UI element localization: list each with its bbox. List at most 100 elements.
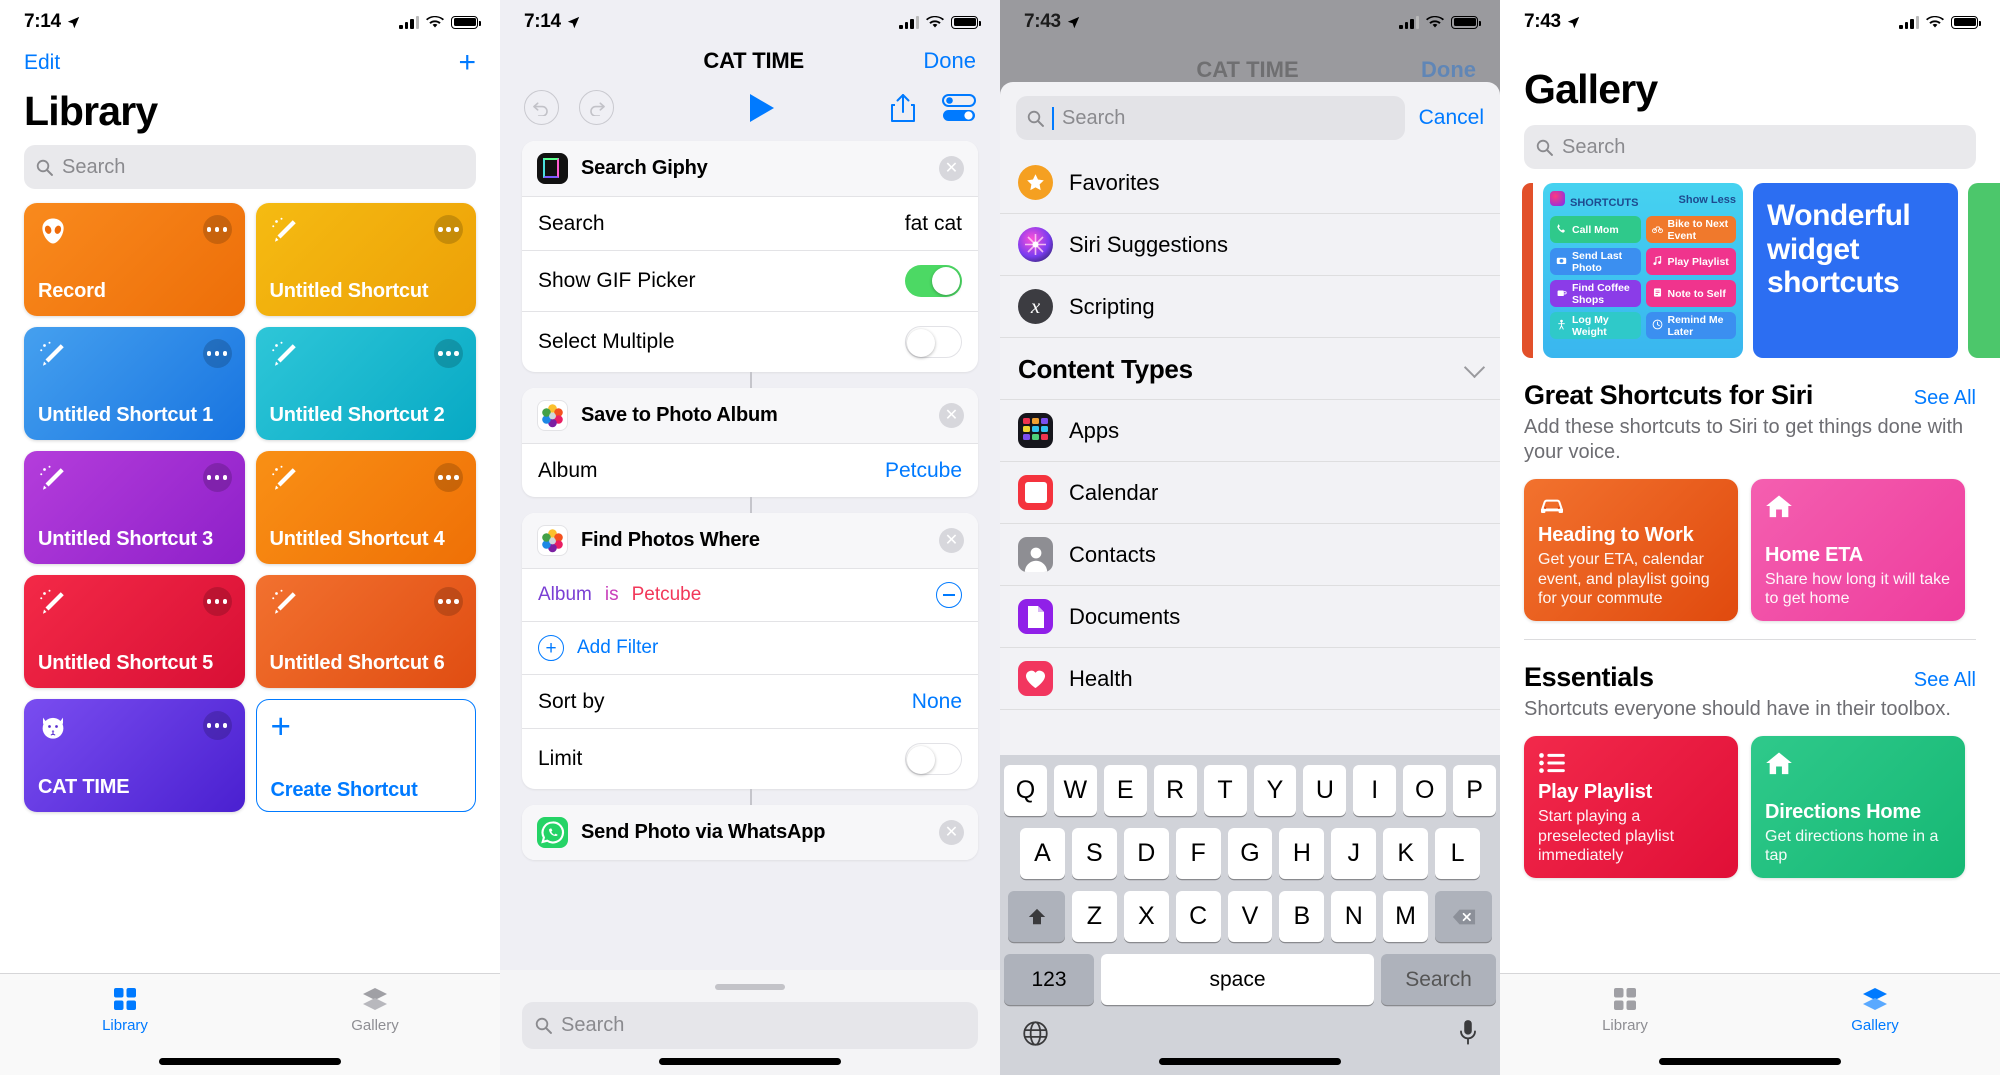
remove-action-button[interactable]: ✕	[939, 820, 964, 845]
microphone-icon[interactable]	[1458, 1019, 1478, 1047]
share-icon[interactable]	[890, 93, 916, 123]
picker-item[interactable]: Favorites	[1000, 152, 1500, 214]
show-less-link[interactable]: Show Less	[1679, 194, 1736, 206]
key-D[interactable]: D	[1123, 828, 1169, 879]
key-J[interactable]: J	[1331, 828, 1377, 879]
picker-item[interactable]: x Scripting	[1000, 276, 1500, 338]
edit-button[interactable]: Edit	[24, 51, 60, 75]
action-block[interactable]: Search Giphy ✕ Search fat cat Show GIF Picke…	[522, 141, 978, 372]
shortcut-card[interactable]: Untitled Shortcut 4	[255, 451, 476, 564]
gallery-card[interactable]: Play Playlist Start playing a preselected…	[1524, 736, 1738, 878]
gallery-card[interactable]: Heading to Work Get your ETA, calendar ev…	[1524, 479, 1738, 621]
key-A[interactable]: A	[1020, 828, 1065, 879]
setting-row[interactable]: Limit	[522, 728, 978, 789]
widget-shortcut-pill[interactable]: Log My Weight	[1550, 312, 1641, 339]
widget-shortcut-pill[interactable]: Note to Self	[1645, 280, 1736, 307]
carousel-prev-card[interactable]	[1522, 183, 1533, 358]
content-type-item[interactable]: Contacts	[1000, 524, 1500, 586]
chevron-down-icon[interactable]	[1463, 356, 1486, 378]
cancel-button[interactable]: Cancel	[1419, 106, 1484, 130]
action-block[interactable]: Find Photos Where ✕ Album is Petcube + Add Fil…	[522, 513, 978, 789]
key-C[interactable]: C	[1175, 891, 1221, 942]
widget-shortcut-pill[interactable]: Bike to Next Event	[1645, 216, 1736, 243]
content-type-item[interactable]: Apps	[1000, 400, 1500, 462]
blue-feature-card[interactable]: Wonderful widget shortcuts	[1753, 183, 1958, 358]
widget-shortcut-pill[interactable]: Call Mom	[1550, 216, 1641, 243]
create-shortcut-button[interactable]: + Create Shortcut	[255, 699, 476, 812]
remove-action-button[interactable]: ✕	[939, 156, 964, 181]
widget-shortcut-pill[interactable]: Send Last Photo	[1550, 248, 1641, 275]
card-more-button[interactable]	[434, 215, 463, 244]
remove-filter-button[interactable]	[936, 582, 962, 608]
shortcut-card[interactable]: Untitled Shortcut 2	[255, 327, 476, 440]
key-F[interactable]: F	[1175, 828, 1221, 879]
toggles-icon[interactable]	[942, 93, 976, 122]
card-more-button[interactable]	[202, 215, 232, 244]
shortcut-card[interactable]: CAT TIME	[24, 699, 245, 812]
shortcut-card[interactable]: Untitled Shortcut 6	[255, 575, 476, 688]
action-search-input[interactable]: Search	[522, 1002, 978, 1049]
sheet-grabber[interactable]	[715, 984, 785, 990]
card-more-button[interactable]	[202, 463, 232, 492]
see-all-link[interactable]: See All	[1914, 387, 1976, 410]
content-type-item[interactable]: Documents	[1000, 586, 1500, 648]
gallery-card[interactable]: Directions Home Get directions home in a …	[1751, 736, 1965, 878]
remove-action-button[interactable]: ✕	[939, 403, 964, 428]
picker-search-input[interactable]: Search	[1016, 96, 1405, 140]
key-Z[interactable]: Z	[1072, 891, 1117, 942]
gallery-card[interactable]: Home ETA Share how long it will take to g…	[1751, 479, 1965, 621]
key-P[interactable]: P	[1453, 765, 1497, 816]
key-I[interactable]: I	[1353, 765, 1397, 816]
content-types-section-header[interactable]: Content Types	[1000, 338, 1500, 400]
toggle-switch[interactable]	[905, 326, 962, 358]
key-L[interactable]: L	[1435, 828, 1481, 879]
setting-value[interactable]: fat cat	[905, 212, 962, 236]
key-O[interactable]: O	[1403, 765, 1447, 816]
setting-value[interactable]: Petcube	[885, 459, 962, 483]
key-X[interactable]: X	[1123, 891, 1169, 942]
key-Y[interactable]: Y	[1253, 765, 1297, 816]
key-T[interactable]: T	[1203, 765, 1247, 816]
widget-shortcut-pill[interactable]: Find Coffee Shops	[1550, 280, 1641, 307]
picker-item[interactable]: Siri Suggestions	[1000, 214, 1500, 276]
shortcut-card[interactable]: Untitled Shortcut 3	[24, 451, 245, 564]
setting-row[interactable]: Album Petcube	[522, 443, 978, 497]
remove-action-button[interactable]: ✕	[939, 528, 964, 553]
key-U[interactable]: U	[1303, 765, 1347, 816]
widget-shortcut-pill[interactable]: Remind Me Later	[1645, 312, 1736, 339]
redo-button[interactable]	[579, 90, 614, 125]
search-input[interactable]: Search	[1524, 125, 1976, 169]
setting-row[interactable]: Select Multiple	[522, 311, 978, 372]
key-R[interactable]: R	[1153, 765, 1197, 816]
search-input[interactable]: Search	[24, 145, 476, 189]
setting-row[interactable]: Show GIF Picker	[522, 250, 978, 311]
key-Q[interactable]: Q	[1003, 765, 1047, 816]
add-shortcut-button[interactable]: +	[458, 48, 476, 78]
key-shift[interactable]	[1008, 891, 1065, 942]
shortcut-card[interactable]: Untitled Shortcut 1	[24, 327, 245, 440]
key-H[interactable]: H	[1279, 828, 1325, 879]
widget-preview-card[interactable]: SHORTCUTS Show Less Call Mom Bike to Next…	[1543, 183, 1743, 358]
key-numbers[interactable]: 123	[1004, 954, 1094, 1005]
globe-icon[interactable]	[1022, 1020, 1049, 1047]
add-filter-row[interactable]: + Add Filter	[522, 621, 978, 674]
shortcut-card[interactable]: Record	[24, 203, 245, 316]
card-more-button[interactable]	[202, 711, 232, 740]
content-type-item[interactable]: Health	[1000, 648, 1500, 710]
key-G[interactable]: G	[1227, 828, 1273, 879]
toggle-switch[interactable]	[905, 265, 962, 297]
key-N[interactable]: N	[1331, 891, 1377, 942]
action-block[interactable]: Send Photo via WhatsApp ✕	[522, 805, 978, 860]
card-more-button[interactable]	[434, 587, 463, 616]
key-E[interactable]: E	[1103, 765, 1147, 816]
key-B[interactable]: B	[1279, 891, 1325, 942]
toggle-switch[interactable]	[905, 743, 962, 775]
setting-value[interactable]: None	[912, 690, 962, 714]
setting-row[interactable]: Search fat cat	[522, 196, 978, 250]
done-button[interactable]: Done	[923, 48, 976, 74]
card-more-button[interactable]	[202, 587, 232, 616]
shortcut-card[interactable]: Untitled Shortcut 5	[24, 575, 245, 688]
key-search[interactable]: Search	[1381, 954, 1496, 1005]
shortcut-card[interactable]: Untitled Shortcut	[255, 203, 476, 316]
key-space[interactable]: space	[1101, 954, 1374, 1005]
